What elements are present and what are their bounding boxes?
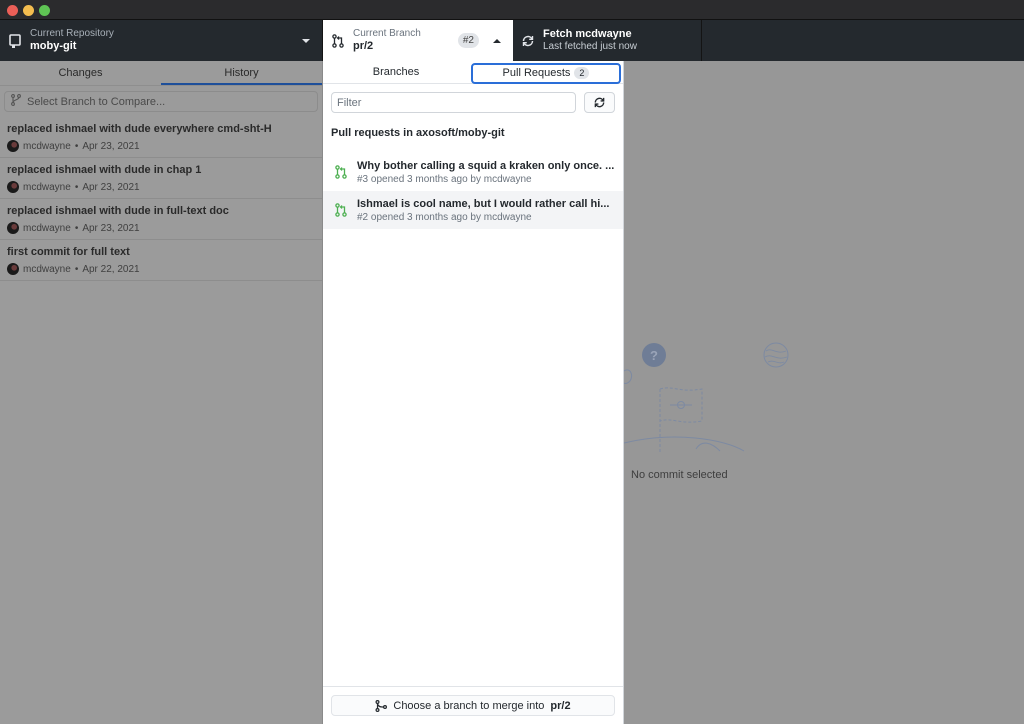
pr-number-badge: #2 bbox=[458, 33, 479, 48]
commit-item[interactable]: first commit for full text mcdwayne•Apr … bbox=[0, 240, 322, 281]
toolbar: Current Repository moby-git Current Bran… bbox=[0, 20, 1024, 61]
sidebar-tabs: Changes History bbox=[0, 61, 322, 86]
avatar bbox=[7, 140, 19, 152]
commit-date: Apr 23, 2021 bbox=[82, 141, 139, 152]
avatar bbox=[7, 222, 19, 234]
pull-request-subtitle: #2 opened 3 months ago by mcdwayne bbox=[357, 211, 609, 224]
commit-title: replaced ishmael with dude in full-text … bbox=[7, 204, 315, 218]
commit-date: Apr 23, 2021 bbox=[82, 182, 139, 193]
pull-requests-tab-label: Pull Requests bbox=[503, 67, 571, 79]
commit-item[interactable]: replaced ishmael with dude everywhere cm… bbox=[0, 117, 322, 158]
title-bar bbox=[0, 0, 1024, 20]
repository-name: moby-git bbox=[30, 40, 302, 53]
fetch-title: Fetch mcdwayne bbox=[543, 28, 701, 41]
panel-footer: Choose a branch to merge into pr/2 bbox=[323, 686, 623, 724]
empty-state-illustration: ? bbox=[624, 331, 824, 471]
branch-dropdown-panel: Branches Pull Requests2 Pull requests in… bbox=[323, 61, 624, 724]
refresh-pull-requests-button[interactable] bbox=[584, 92, 615, 113]
commit-item[interactable]: replaced ishmael with dude in full-text … bbox=[0, 199, 322, 240]
minimize-window-button[interactable] bbox=[23, 5, 34, 16]
avatar bbox=[7, 181, 19, 193]
repository-label: Current Repository bbox=[30, 28, 302, 40]
close-window-button[interactable] bbox=[7, 5, 18, 16]
no-commit-selected-text: No commit selected bbox=[631, 469, 728, 481]
branch-name: pr/2 bbox=[353, 40, 458, 53]
branch-icon bbox=[11, 94, 21, 109]
sidebar: Changes History Select Branch to Compare… bbox=[0, 61, 323, 724]
pull-request-icon bbox=[323, 34, 353, 48]
pull-request-title: Ishmael is cool name, but I would rather… bbox=[357, 197, 609, 211]
current-repository-button[interactable]: Current Repository moby-git bbox=[0, 20, 323, 61]
svg-text:?: ? bbox=[650, 348, 658, 363]
compare-branch-input[interactable]: Select Branch to Compare... bbox=[4, 91, 318, 112]
commit-item[interactable]: replaced ishmael with dude in chap 1 mcd… bbox=[0, 158, 322, 199]
maximize-window-button[interactable] bbox=[39, 5, 50, 16]
commit-title: replaced ishmael with dude everywhere cm… bbox=[7, 122, 315, 136]
pull-request-list: Why bother calling a squid a kraken only… bbox=[323, 153, 623, 229]
pull-requests-count: 2 bbox=[574, 67, 589, 79]
pull-request-item[interactable]: Ishmael is cool name, but I would rather… bbox=[323, 191, 623, 229]
merge-branch-button[interactable]: Choose a branch to merge into pr/2 bbox=[331, 695, 615, 716]
pull-request-icon bbox=[333, 165, 349, 179]
chevron-down-icon bbox=[302, 39, 310, 43]
pull-request-title: Why bother calling a squid a kraken only… bbox=[357, 159, 614, 173]
tab-history[interactable]: History bbox=[161, 61, 322, 85]
pull-request-item[interactable]: Why bother calling a squid a kraken only… bbox=[323, 153, 623, 191]
pull-request-subtitle: #3 opened 3 months ago by mcdwayne bbox=[357, 173, 614, 186]
commit-author: mcdwayne bbox=[23, 223, 71, 234]
commit-date: Apr 22, 2021 bbox=[82, 264, 139, 275]
chevron-up-icon bbox=[493, 39, 501, 43]
current-branch-button[interactable]: Current Branch pr/2 #2 bbox=[323, 20, 513, 61]
commit-date: Apr 23, 2021 bbox=[82, 223, 139, 234]
commit-list: replaced ishmael with dude everywhere cm… bbox=[0, 117, 322, 281]
panel-tabs: Branches Pull Requests2 bbox=[323, 61, 623, 84]
compare-placeholder: Select Branch to Compare... bbox=[27, 96, 165, 108]
fetch-origin-button[interactable]: Fetch mcdwayne Last fetched just now bbox=[513, 20, 702, 61]
tab-branches[interactable]: Branches bbox=[323, 61, 469, 83]
commit-author: mcdwayne bbox=[23, 264, 71, 275]
commit-detail-area: ? No commit selected bbox=[624, 61, 1024, 724]
commit-author: mcdwayne bbox=[23, 182, 71, 193]
avatar bbox=[7, 263, 19, 275]
repo-icon bbox=[0, 34, 30, 48]
branch-label: Current Branch bbox=[353, 28, 458, 40]
commit-author: mcdwayne bbox=[23, 141, 71, 152]
sync-icon bbox=[593, 96, 606, 109]
merge-icon bbox=[375, 700, 387, 712]
tab-pull-requests[interactable]: Pull Requests2 bbox=[471, 63, 621, 84]
filter-input[interactable] bbox=[331, 92, 576, 113]
fetch-subtitle: Last fetched just now bbox=[543, 41, 701, 53]
merge-button-text: Choose a branch to merge into bbox=[393, 700, 544, 712]
tab-changes[interactable]: Changes bbox=[0, 61, 161, 85]
commit-title: replaced ishmael with dude in chap 1 bbox=[7, 163, 315, 177]
pull-request-icon bbox=[333, 203, 349, 217]
merge-target-branch: pr/2 bbox=[550, 700, 570, 712]
pull-requests-heading: Pull requests in axosoft/moby-git bbox=[323, 127, 623, 139]
sync-icon bbox=[513, 34, 543, 48]
commit-title: first commit for full text bbox=[7, 245, 315, 259]
